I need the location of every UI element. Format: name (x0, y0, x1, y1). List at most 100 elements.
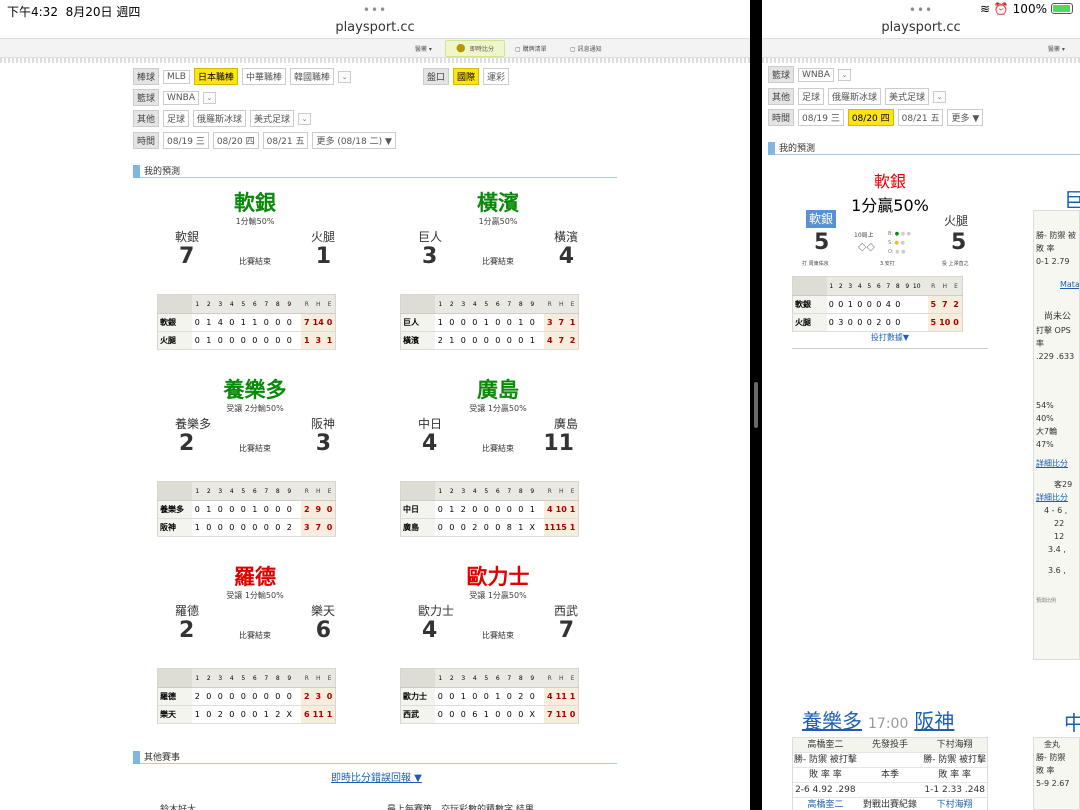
date-more-right[interactable]: 更多 ▼ (947, 109, 984, 126)
nav-item-notify[interactable]: ▢ 訊息通知 (570, 44, 602, 53)
live-game-card: 軟銀 1分贏50% 軟銀 火腿 5 5 10局上 ◇◇ B: ● ● ● S: … (792, 168, 988, 349)
filter-cpbl[interactable]: 中華職棒 (242, 68, 287, 85)
panel-row: 54% (1036, 401, 1054, 410)
filter-nfl-right[interactable]: 美式足球 (885, 88, 930, 105)
panel-row: 金丸 (1044, 740, 1060, 749)
linescore-table: 1 2 3 4 5 6 7 8 9 R H E 養樂多 0 1 0 0 0 1 0 0 0 2 9 0 阪神 1 0 0 0 0 0 0 0 2 3 7… (157, 481, 336, 537)
home-pitcher-link[interactable]: 下村海翔 (922, 798, 987, 810)
nav-item-live[interactable]: 即時比分 (470, 44, 494, 53)
date-more[interactable]: 更多 (08/18 二) ▼ (312, 132, 396, 149)
count-indicator: B: ● ● ● S: ● ● O: ● ● (888, 231, 912, 255)
right-game-title-cut-2[interactable]: 中 (1064, 707, 1080, 736)
panel-row: 大7輪 (1036, 427, 1058, 436)
filter-soccer[interactable]: 足球 (163, 110, 190, 127)
multitask-dots-right[interactable]: ••• (762, 0, 1080, 20)
bases-icon: ◇◇ (858, 240, 875, 253)
pick-prediction: 1分贏50% (478, 217, 518, 226)
away-pitcher[interactable]: 高橋奎二 (793, 738, 858, 752)
date-0820-right[interactable]: 08/20 四 (847, 109, 894, 126)
away-pitcher-link[interactable]: 高橋奎二 (793, 798, 858, 810)
filter-mlb[interactable]: MLB (163, 69, 190, 84)
chevron-down-icon[interactable]: ⌄ (298, 112, 312, 125)
divider-grip[interactable] (754, 382, 758, 428)
chevron-down-icon[interactable]: ⌄ (338, 70, 352, 83)
filter-wnba[interactable]: WNBA (163, 90, 199, 105)
chevron-down-icon[interactable]: ⌄ (837, 68, 851, 81)
filter-market: 盤口 國際 運彩 (423, 68, 510, 85)
pick-prediction: 受讓 2分輸50% (226, 404, 284, 413)
filter-khl-right[interactable]: 俄羅斯冰球 (828, 88, 882, 105)
away-score: 7 (179, 244, 195, 269)
live-error-report-link[interactable]: 即時比分錯誤回報 ▼ (331, 769, 422, 784)
filter-npb[interactable]: 日本職棒 (193, 68, 238, 85)
away-score: 5 (814, 230, 830, 255)
game-card: 歐力士 受讓 1分贏50% 歐力士 西武 4 7 比賽結束 1 2 3 4 5 6 7 8 9 R H… (400, 564, 596, 724)
cut-item-1: 最上每賽策，交玩彩數的積數字 結果 (387, 805, 534, 810)
nav-underline (0, 58, 750, 63)
date-0820[interactable]: 08/20 四 (212, 132, 259, 149)
chevron-down-icon[interactable]: ⌄ (202, 91, 216, 104)
nav-item-cart[interactable]: ▢ 購牌清單 (515, 44, 547, 53)
filter-soccer-right[interactable]: 足球 (798, 88, 825, 105)
panel-label: 尚未公 (1044, 312, 1072, 322)
batting-stats-link[interactable]: 投打數據▼ (792, 332, 988, 343)
panel-row: 0-1 2.79 (1036, 257, 1070, 266)
filter-label-basketball-right: 籃球 (768, 66, 795, 83)
next-away-team[interactable]: 養樂多 (802, 709, 862, 733)
home-score: 6 (315, 618, 331, 643)
split-view-divider[interactable] (750, 0, 762, 810)
multitask-dots[interactable]: ••• (0, 0, 750, 20)
section-my-predictions: 我的預測 (133, 164, 617, 178)
pick-team: 軟銀 (873, 172, 906, 191)
home-team-name: 廣島 (553, 417, 578, 431)
filter-other-right: 其他 足球 俄羅斯冰球 美式足球 ⌄ (768, 88, 947, 105)
panel-row: 12 (1054, 532, 1065, 541)
filter-kbo[interactable]: 韓國職棒 (290, 68, 335, 85)
detail-score-link[interactable]: 詳細比分 (1034, 457, 1079, 470)
filter-baseball: 棒球 MLB 日本職棒 中華職棒 韓國職棒 ⌄ (133, 68, 352, 85)
linescore-row: 廣島 0 0 0 2 0 0 8 1 X 11 15 1 (400, 518, 579, 537)
game-status: 比賽結束 (482, 444, 514, 453)
inning-status: 10局上 (854, 232, 874, 239)
next-game-header: 養樂多 17:00 阪神 (802, 705, 954, 734)
next-home-team[interactable]: 阪神 (914, 709, 954, 733)
panel-link[interactable]: Mata (1034, 278, 1079, 291)
section-other-games: 其他賽事 (133, 750, 617, 764)
linescore-table: 1 2 3 4 5 6 7 8 9 R H E 軟銀 0 1 4 0 1 1 0 0 0 7 14 0 火腿 0 1 0 0 0 0 0 0 0 1 3… (157, 294, 336, 350)
home-score: 3 (315, 431, 331, 456)
address-bar[interactable]: playsport.cc (0, 20, 750, 38)
panel-row: 打擊 OPS (1036, 326, 1071, 335)
pick-prediction: 受讓 1分輸50% (226, 591, 284, 600)
home-team-name: 阪神 (310, 417, 335, 431)
pick-team: 歐力士 (466, 565, 530, 589)
detail-score-link-2[interactable]: 詳細比分 (1034, 491, 1079, 504)
filter-lottery[interactable]: 運彩 (483, 68, 510, 85)
away-score: 3 (422, 244, 438, 269)
away-team-name: 養樂多 (175, 417, 212, 431)
nav-item-menu-right[interactable]: 醫藥 ▾ (1048, 44, 1065, 53)
panel-spacer (1034, 211, 1079, 229)
date-0819[interactable]: 08/19 三 (163, 132, 209, 149)
address-bar-right[interactable]: playsport.cc (762, 20, 1080, 38)
filter-khl[interactable]: 俄羅斯冰球 (193, 110, 247, 127)
away-score: 2 (179, 618, 195, 643)
home-pitcher[interactable]: 下村海翔 (922, 738, 987, 752)
season-label: 本季 (881, 770, 900, 780)
stat-head: 勝- 防禦 被打擊 (923, 755, 987, 765)
chevron-down-icon[interactable]: ⌄ (933, 90, 947, 103)
site-nav-right: 醫藥 ▾ (762, 38, 1080, 58)
date-0821-right[interactable]: 08/21 五 (897, 109, 944, 126)
pick-prediction: 1分輸50% (235, 217, 275, 226)
filter-intl[interactable]: 國際 (453, 68, 480, 85)
game-status: 比賽結束 (482, 631, 514, 640)
date-0821[interactable]: 08/21 五 (262, 132, 309, 149)
nav-item-menu[interactable]: 醫藥 ▾ (415, 44, 432, 53)
right-game-title-cut[interactable]: 巨 (1064, 184, 1080, 213)
pick-team: 羅德 (234, 565, 276, 589)
filter-wnba-right[interactable]: WNBA (798, 67, 834, 82)
nav-underline-right (762, 58, 1080, 63)
stat-head: 敗 率 率 (938, 770, 972, 780)
filter-nfl[interactable]: 美式足球 (250, 110, 295, 127)
section-my-predictions-right: 我的預測 (768, 141, 1080, 155)
date-0819-right[interactable]: 08/19 三 (798, 109, 844, 126)
